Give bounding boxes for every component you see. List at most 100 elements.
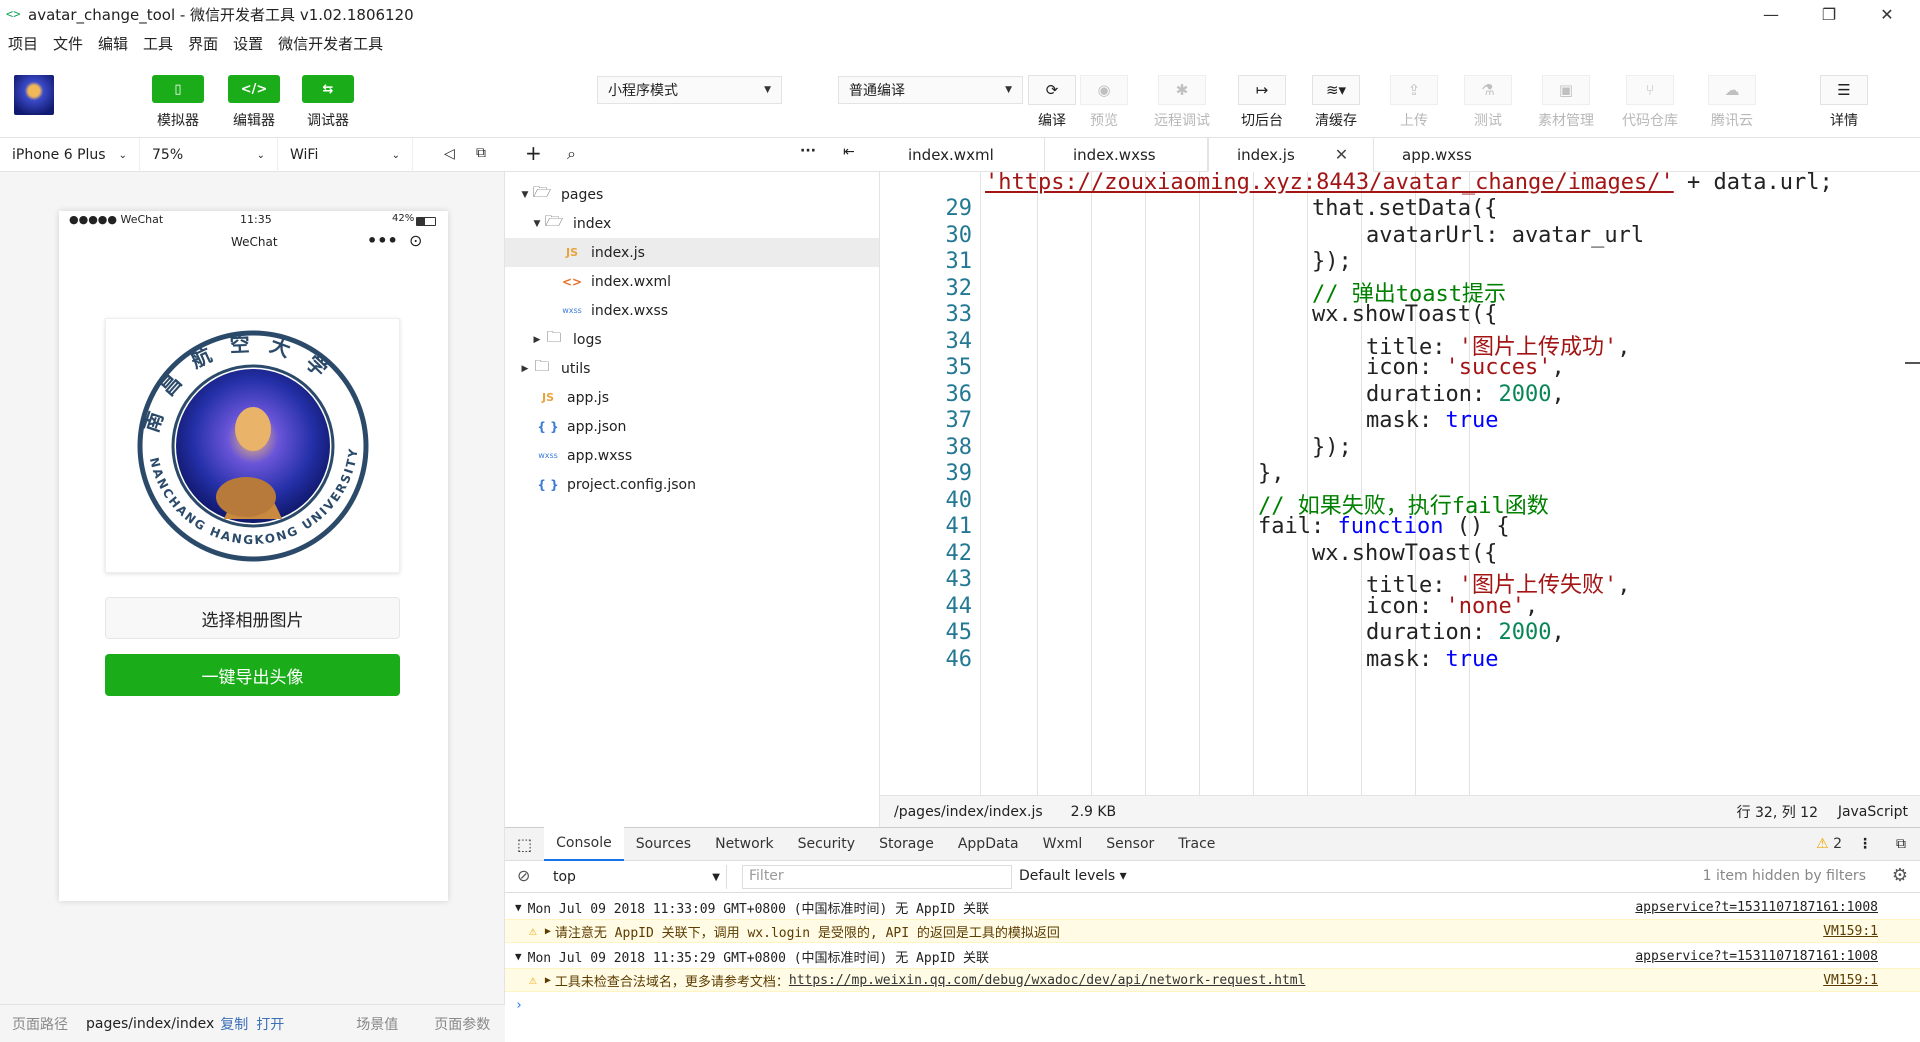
close-window-button[interactable]: ✕ [1858, 0, 1916, 28]
console-group-row[interactable]: ▼ Mon Jul 09 2018 11:33:09 GMT+0800 (中国标… [505, 895, 1920, 919]
close-tab-icon[interactable]: ✕ [1335, 145, 1348, 164]
menu-project[interactable]: 项目 [8, 33, 38, 54]
tab-app-wxss[interactable]: app.wxss [1374, 138, 1534, 172]
tree-item-utils[interactable]: ▶ 🗀 utils [505, 354, 879, 383]
user-avatar[interactable] [14, 75, 54, 115]
tab-index-wxml[interactable]: index.wxml [880, 138, 1045, 172]
log-levels-select[interactable]: Default levels ▾ [1019, 868, 1127, 884]
tab-sensor[interactable]: Sensor [1094, 827, 1166, 861]
menu-tools[interactable]: 工具 [143, 33, 173, 54]
tab-trace[interactable]: Trace [1166, 827, 1227, 861]
export-avatar-button[interactable]: 一键导出头像 [105, 654, 400, 696]
debugger-toggle-button[interactable]: ⇆ [302, 75, 354, 103]
tree-item-app-json[interactable]: { } app.json [505, 412, 879, 441]
device-select[interactable]: iPhone 6 Plus ⌄ [0, 138, 140, 172]
console-source-link[interactable]: appservice?t=1531107187161:1008 [1635, 949, 1878, 964]
tree-item-index-js[interactable]: JS index.js [505, 238, 879, 267]
tencent-cloud-button[interactable]: ☁ [1708, 75, 1756, 105]
simulator-toggle-button[interactable]: ▯ [152, 75, 204, 103]
volume-icon[interactable]: ◁ [444, 146, 455, 162]
tab-storage[interactable]: Storage [867, 827, 946, 861]
minimize-button[interactable]: — [1742, 0, 1800, 28]
context-select[interactable]: top ▼ [547, 865, 727, 889]
compile-mode-select[interactable]: 普通编译 ▼ [838, 76, 1023, 104]
docs-link[interactable]: https://mp.weixin.qq.com/debug/wxadoc/de… [789, 973, 1306, 988]
menu-edit[interactable]: 编辑 [98, 33, 128, 54]
search-icon[interactable]: ⌕ [567, 144, 576, 164]
console-output[interactable]: ▼ Mon Jul 09 2018 11:33:09 GMT+0800 (中国标… [505, 893, 1920, 1042]
menu-settings[interactable]: 设置 [233, 33, 263, 54]
preview-button[interactable]: ◉ [1080, 75, 1128, 105]
assets-button[interactable]: ▣ [1542, 75, 1590, 105]
kebab-menu-icon[interactable]: ⋮ [1858, 836, 1872, 852]
compile-button[interactable]: ⟳ [1028, 75, 1076, 105]
avatar-preview-card: 南昌航空大学 NANCHANG HANGKONG UNIVERSITY [105, 318, 400, 573]
dock-icon[interactable]: ⧉ [1896, 836, 1906, 852]
console-filter-input[interactable]: Filter [742, 865, 1012, 889]
tree-item-index-folder[interactable]: ▼ 🗁 index [505, 209, 879, 238]
close-miniprogram-icon[interactable]: ⊙ [409, 231, 422, 250]
upload-button[interactable]: ⇪ [1390, 75, 1438, 105]
collapse-panel-icon[interactable]: ⇤ [843, 144, 855, 160]
code-editor[interactable]: 29 30 31 32 33 34 35 36 37 38 39 40 41 4… [880, 172, 1920, 795]
tab-wxml[interactable]: Wxml [1031, 827, 1095, 861]
console-group-row[interactable]: ▼ Mon Jul 09 2018 11:35:29 GMT+0800 (中国标… [505, 944, 1920, 968]
settings-gear-icon[interactable]: ⚙ [1892, 865, 1908, 886]
console-prompt[interactable]: › [505, 993, 1920, 1017]
tab-index-wxss[interactable]: index.wxss [1045, 138, 1208, 172]
console-warning-row[interactable]: ⚠ ▶ 工具未检查合法域名，更多请参考文档： https://mp.weixin… [505, 968, 1920, 992]
zoom-select[interactable]: 75% ⌄ [140, 138, 278, 172]
background-label: 切后台 [1241, 113, 1283, 129]
app-icon: <> [6, 7, 21, 21]
menu-interface[interactable]: 界面 [188, 33, 218, 54]
scrollbar-marker[interactable] [1905, 362, 1920, 364]
tab-security[interactable]: Security [786, 827, 868, 861]
copy-path-link[interactable]: 复制 [220, 1014, 248, 1034]
background-button[interactable]: ↦ [1238, 75, 1286, 105]
console-source-link[interactable]: VM159:1 [1823, 924, 1878, 939]
tab-index-js[interactable]: index.js ✕ [1208, 138, 1374, 172]
tab-appdata[interactable]: AppData [946, 827, 1031, 861]
tab-sources[interactable]: Sources [624, 827, 703, 861]
tree-item-project-config[interactable]: { } project.config.json [505, 470, 879, 499]
console-source-link[interactable]: appservice?t=1531107187161:1008 [1635, 900, 1878, 915]
mode-select[interactable]: 小程序模式 ▼ [597, 76, 782, 104]
add-file-icon[interactable]: + [525, 141, 542, 165]
clear-console-icon[interactable]: ⊘ [517, 866, 530, 885]
cursor-position[interactable]: 行 32, 列 12 [1737, 802, 1818, 822]
scene-value-button[interactable]: 场景值 [356, 1014, 398, 1034]
clear-cache-label: 清缓存 [1315, 113, 1357, 129]
remote-debug-button[interactable]: ✱ [1158, 75, 1206, 105]
phone-status-bar: ●●●●● WeChat 11:35 42% [59, 211, 448, 231]
more-icon[interactable]: ••• [367, 231, 398, 250]
pick-image-button[interactable]: 选择相册图片 [105, 597, 400, 639]
tree-item-index-wxss[interactable]: wxss index.wxss [505, 296, 879, 325]
warning-count-badge[interactable]: ⚠ 2 [1816, 836, 1842, 852]
tree-item-index-wxml[interactable]: <> index.wxml [505, 267, 879, 296]
more-options-icon[interactable]: ··· [800, 143, 816, 159]
tree-item-logs[interactable]: ▶ 🗀 logs [505, 325, 879, 354]
maximize-button[interactable]: ❐ [1800, 0, 1858, 28]
tab-network[interactable]: Network [703, 827, 785, 861]
test-button[interactable]: ⚗ [1464, 75, 1512, 105]
console-warning-row[interactable]: ⚠ ▶ 请注意无 AppID 关联下，调用 wx.login 是受限的, API… [505, 919, 1920, 943]
language-mode[interactable]: JavaScript [1838, 804, 1908, 820]
menu-file[interactable]: 文件 [53, 33, 83, 54]
tree-item-app-js[interactable]: JS app.js [505, 383, 879, 412]
clear-cache-button[interactable]: ≋▾ [1312, 75, 1360, 105]
console-source-link[interactable]: VM159:1 [1823, 973, 1878, 988]
filter-placeholder: Filter [749, 868, 784, 884]
upload-icon: ⇪ [1407, 81, 1421, 99]
network-select[interactable]: WiFi ⌄ [278, 138, 413, 172]
page-params-button[interactable]: 页面参数 [434, 1014, 490, 1034]
inspect-element-icon[interactable]: ⬚ [517, 835, 532, 854]
open-path-link[interactable]: 打开 [256, 1014, 284, 1034]
details-button[interactable]: ☰ [1820, 75, 1868, 105]
repo-button[interactable]: ⑂ [1626, 75, 1674, 105]
editor-toggle-button[interactable]: </> [228, 75, 280, 103]
tree-item-pages[interactable]: ▼ 🗁 pages [505, 180, 879, 209]
popout-icon[interactable]: ⧉ [476, 145, 486, 161]
menu-wechat-devtools[interactable]: 微信开发者工具 [278, 33, 383, 54]
tab-console[interactable]: Console [544, 827, 624, 861]
tree-item-app-wxss[interactable]: wxss app.wxss [505, 441, 879, 470]
